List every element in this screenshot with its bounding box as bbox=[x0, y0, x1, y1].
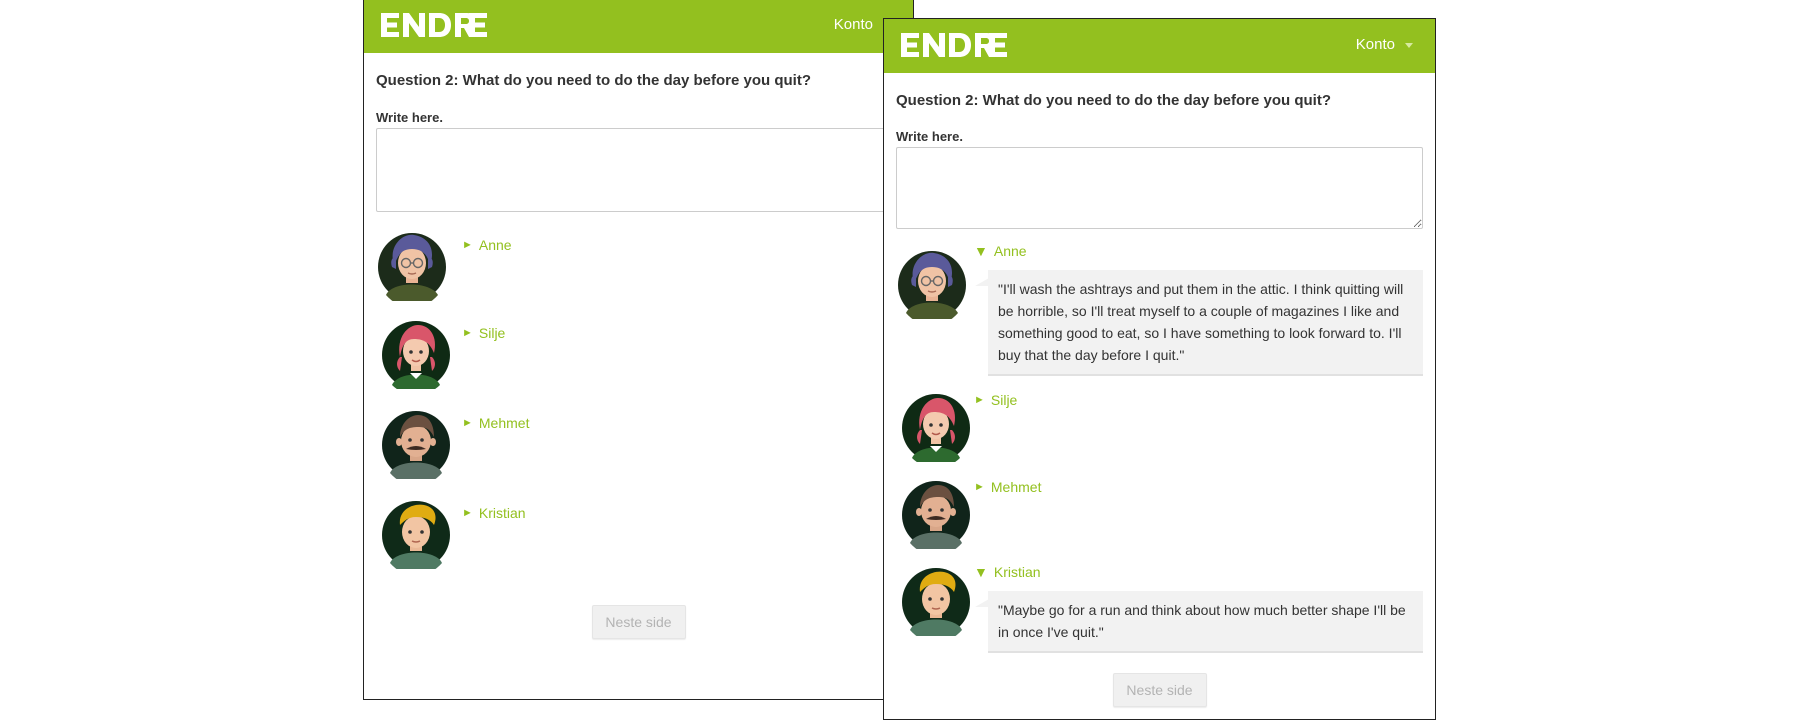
write-label: Write here. bbox=[376, 110, 443, 125]
person-mehmet: ► Mehmet bbox=[896, 477, 1423, 564]
answer-textarea[interactable] bbox=[896, 147, 1423, 229]
person-kristian: ► Kristian bbox=[376, 497, 901, 585]
avatar-silje-icon bbox=[380, 317, 452, 389]
avatar-kristian-icon bbox=[900, 564, 972, 636]
person-name: Silje bbox=[478, 325, 506, 341]
toggle-anne[interactable]: ► Anne bbox=[462, 237, 512, 253]
avatar-anne-icon bbox=[896, 247, 968, 319]
answer-textarea[interactable] bbox=[376, 128, 901, 212]
avatar-silje-icon bbox=[900, 390, 972, 462]
person-name: Anne bbox=[993, 243, 1027, 259]
account-menu[interactable]: Konto bbox=[1356, 36, 1395, 53]
toggle-anne[interactable]: ▼ Anne bbox=[974, 243, 1027, 259]
answer-bubble: "I'll wash the ashtrays and put them in … bbox=[975, 270, 1423, 376]
expand-arrow-icon: ► bbox=[462, 327, 473, 339]
toggle-silje[interactable]: ► Silje bbox=[462, 325, 505, 341]
toggle-mehmet[interactable]: ► Mehmet bbox=[462, 415, 529, 431]
endre-logo[interactable] bbox=[377, 11, 487, 39]
question-title: Question 2: What do you need to do the d… bbox=[376, 72, 811, 89]
person-silje: ► Silje bbox=[376, 317, 901, 407]
answer-bubble: "Maybe go for a run and think about how … bbox=[975, 591, 1423, 653]
toggle-kristian[interactable]: ► Kristian bbox=[462, 505, 526, 521]
avatar-anne-icon bbox=[376, 229, 448, 301]
person-name: Kristian bbox=[478, 505, 526, 521]
expand-arrow-icon: ► bbox=[462, 417, 473, 429]
account-menu[interactable]: Konto bbox=[834, 16, 873, 33]
top-bar: Konto bbox=[884, 19, 1435, 73]
person-name: Silje bbox=[990, 392, 1018, 408]
collapse-arrow-icon: ▼ bbox=[974, 564, 988, 580]
chevron-down-icon[interactable] bbox=[1405, 43, 1413, 48]
front-window: Konto Question 2: What do you need to do… bbox=[883, 18, 1436, 720]
person-name: Mehmet bbox=[990, 479, 1042, 495]
question-title: Question 2: What do you need to do the d… bbox=[896, 92, 1331, 109]
toggle-mehmet[interactable]: ► Mehmet bbox=[974, 479, 1041, 495]
avatar-mehmet-icon bbox=[900, 477, 972, 549]
toggle-kristian[interactable]: ▼ Kristian bbox=[974, 564, 1041, 580]
person-kristian: ▼ Kristian "Maybe go for a run and think… bbox=[896, 564, 1423, 653]
person-silje: ► Silje bbox=[896, 390, 1423, 477]
person-mehmet: ► Mehmet bbox=[376, 407, 901, 497]
avatar-mehmet-icon bbox=[380, 407, 452, 479]
person-anne: ► Anne bbox=[376, 229, 901, 317]
toggle-silje[interactable]: ► Silje bbox=[974, 392, 1017, 408]
top-bar: Konto bbox=[364, 0, 913, 53]
person-anne: ▼ Anne "I'll wash the ashtrays and put t… bbox=[896, 243, 1423, 376]
expand-arrow-icon: ► bbox=[974, 481, 985, 493]
endre-logo[interactable] bbox=[897, 31, 1007, 59]
next-page-button[interactable]: Neste side bbox=[1112, 673, 1207, 707]
person-name: Anne bbox=[478, 237, 512, 253]
next-page-button[interactable]: Neste side bbox=[591, 605, 686, 639]
avatar-kristian-icon bbox=[380, 497, 452, 569]
person-name: Kristian bbox=[993, 564, 1041, 580]
expand-arrow-icon: ► bbox=[462, 507, 473, 519]
collapse-arrow-icon: ▼ bbox=[974, 243, 988, 259]
expand-arrow-icon: ► bbox=[462, 239, 473, 251]
person-name: Mehmet bbox=[478, 415, 530, 431]
write-label: Write here. bbox=[896, 129, 963, 144]
back-window: Konto Question 2: What do you need to do… bbox=[363, 0, 914, 700]
expand-arrow-icon: ► bbox=[974, 394, 985, 406]
